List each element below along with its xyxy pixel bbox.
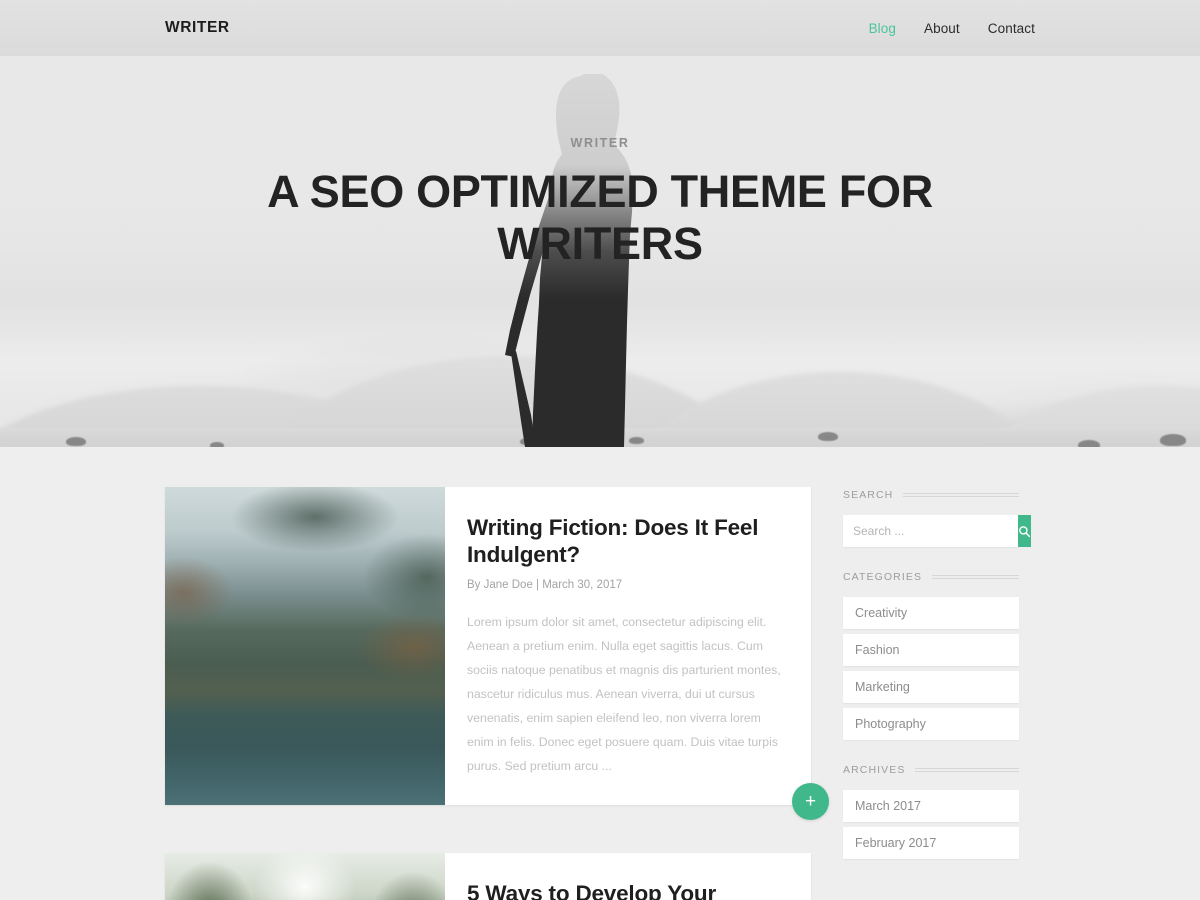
widget-categories: CATEGORIES Creativity Fashion Marketing … bbox=[843, 571, 1019, 740]
widget-title-archives: ARCHIVES bbox=[843, 764, 1019, 776]
widget-title-label: CATEGORIES bbox=[843, 571, 923, 583]
widget-archives: ARCHIVES March 2017 February 2017 bbox=[843, 764, 1019, 859]
site-brand-logo[interactable]: WRITER bbox=[165, 19, 230, 37]
hero-kicker: WRITER bbox=[570, 136, 630, 150]
read-more-button[interactable]: + bbox=[792, 782, 829, 820]
post-card[interactable]: Writing Fiction: Does It Feel Indulgent?… bbox=[165, 487, 829, 820]
widget-search: SEARCH bbox=[843, 489, 1031, 547]
list-item: March 2017 bbox=[843, 790, 1019, 822]
hero-banner: WRITER A SEO OPTIMIZED THEME FOR WRITERS bbox=[0, 56, 1200, 447]
site-header: WRITER Blog About Contact bbox=[0, 0, 1200, 56]
search-submit-button[interactable] bbox=[1018, 515, 1031, 547]
post-body: 5 Ways to Develop Your Writer’s Voice By… bbox=[445, 853, 811, 900]
category-list: Creativity Fashion Marketing Photography bbox=[843, 597, 1019, 740]
post-title[interactable]: Writing Fiction: Does It Feel Indulgent? bbox=[467, 515, 785, 568]
hero-title: A SEO OPTIMIZED THEME FOR WRITERS bbox=[267, 166, 933, 270]
sidebar: SEARCH CATEGORIES Creativity F bbox=[843, 487, 1031, 883]
category-link-photography[interactable]: Photography bbox=[843, 708, 1019, 740]
main-content: Writing Fiction: Does It Feel Indulgent?… bbox=[165, 447, 1035, 900]
post-excerpt: Lorem ipsum dolor sit amet, consectetur … bbox=[467, 615, 781, 773]
post-list: Writing Fiction: Does It Feel Indulgent?… bbox=[165, 487, 829, 900]
nav-item-about[interactable]: About bbox=[924, 21, 960, 36]
widget-title-label: SEARCH bbox=[843, 489, 894, 501]
archive-link-february-2017[interactable]: February 2017 bbox=[843, 827, 1019, 859]
search-icon bbox=[1019, 525, 1031, 537]
category-link-creativity[interactable]: Creativity bbox=[843, 597, 1019, 629]
widget-title-categories: CATEGORIES bbox=[843, 571, 1019, 583]
nav-item-blog[interactable]: Blog bbox=[869, 21, 896, 36]
post-meta: By Jane Doe | March 30, 2017 bbox=[467, 579, 623, 592]
widget-title-search: SEARCH bbox=[843, 489, 1019, 501]
search-input[interactable] bbox=[843, 515, 1018, 547]
post-thumbnail-image[interactable] bbox=[165, 852, 445, 900]
category-link-marketing[interactable]: Marketing bbox=[843, 671, 1019, 703]
list-item: February 2017 bbox=[843, 827, 1019, 859]
list-item: Marketing bbox=[843, 671, 1019, 703]
post-body: Writing Fiction: Does It Feel Indulgent?… bbox=[445, 487, 811, 805]
search-form bbox=[843, 515, 1031, 547]
list-item: Photography bbox=[843, 708, 1019, 740]
post-card[interactable]: 5 Ways to Develop Your Writer’s Voice By… bbox=[165, 852, 811, 900]
nav-item-contact[interactable]: Contact bbox=[988, 21, 1035, 36]
post-thumbnail-image[interactable] bbox=[165, 487, 445, 805]
title-divider bbox=[903, 493, 1019, 497]
category-link-fashion[interactable]: Fashion bbox=[843, 634, 1019, 666]
archive-list: March 2017 February 2017 bbox=[843, 790, 1019, 859]
header-inner: WRITER Blog About Contact bbox=[165, 19, 1035, 37]
title-divider bbox=[915, 768, 1019, 772]
post-title[interactable]: 5 Ways to Develop Your Writer’s Voice bbox=[467, 881, 785, 900]
widget-title-label: ARCHIVES bbox=[843, 764, 906, 776]
main-navigation: Blog About Contact bbox=[869, 21, 1035, 36]
hero-text-block: WRITER A SEO OPTIMIZED THEME FOR WRITERS bbox=[0, 56, 1200, 270]
archive-link-march-2017[interactable]: March 2017 bbox=[843, 790, 1019, 822]
list-item: Fashion bbox=[843, 634, 1019, 666]
list-item: Creativity bbox=[843, 597, 1019, 629]
title-divider bbox=[932, 575, 1019, 579]
